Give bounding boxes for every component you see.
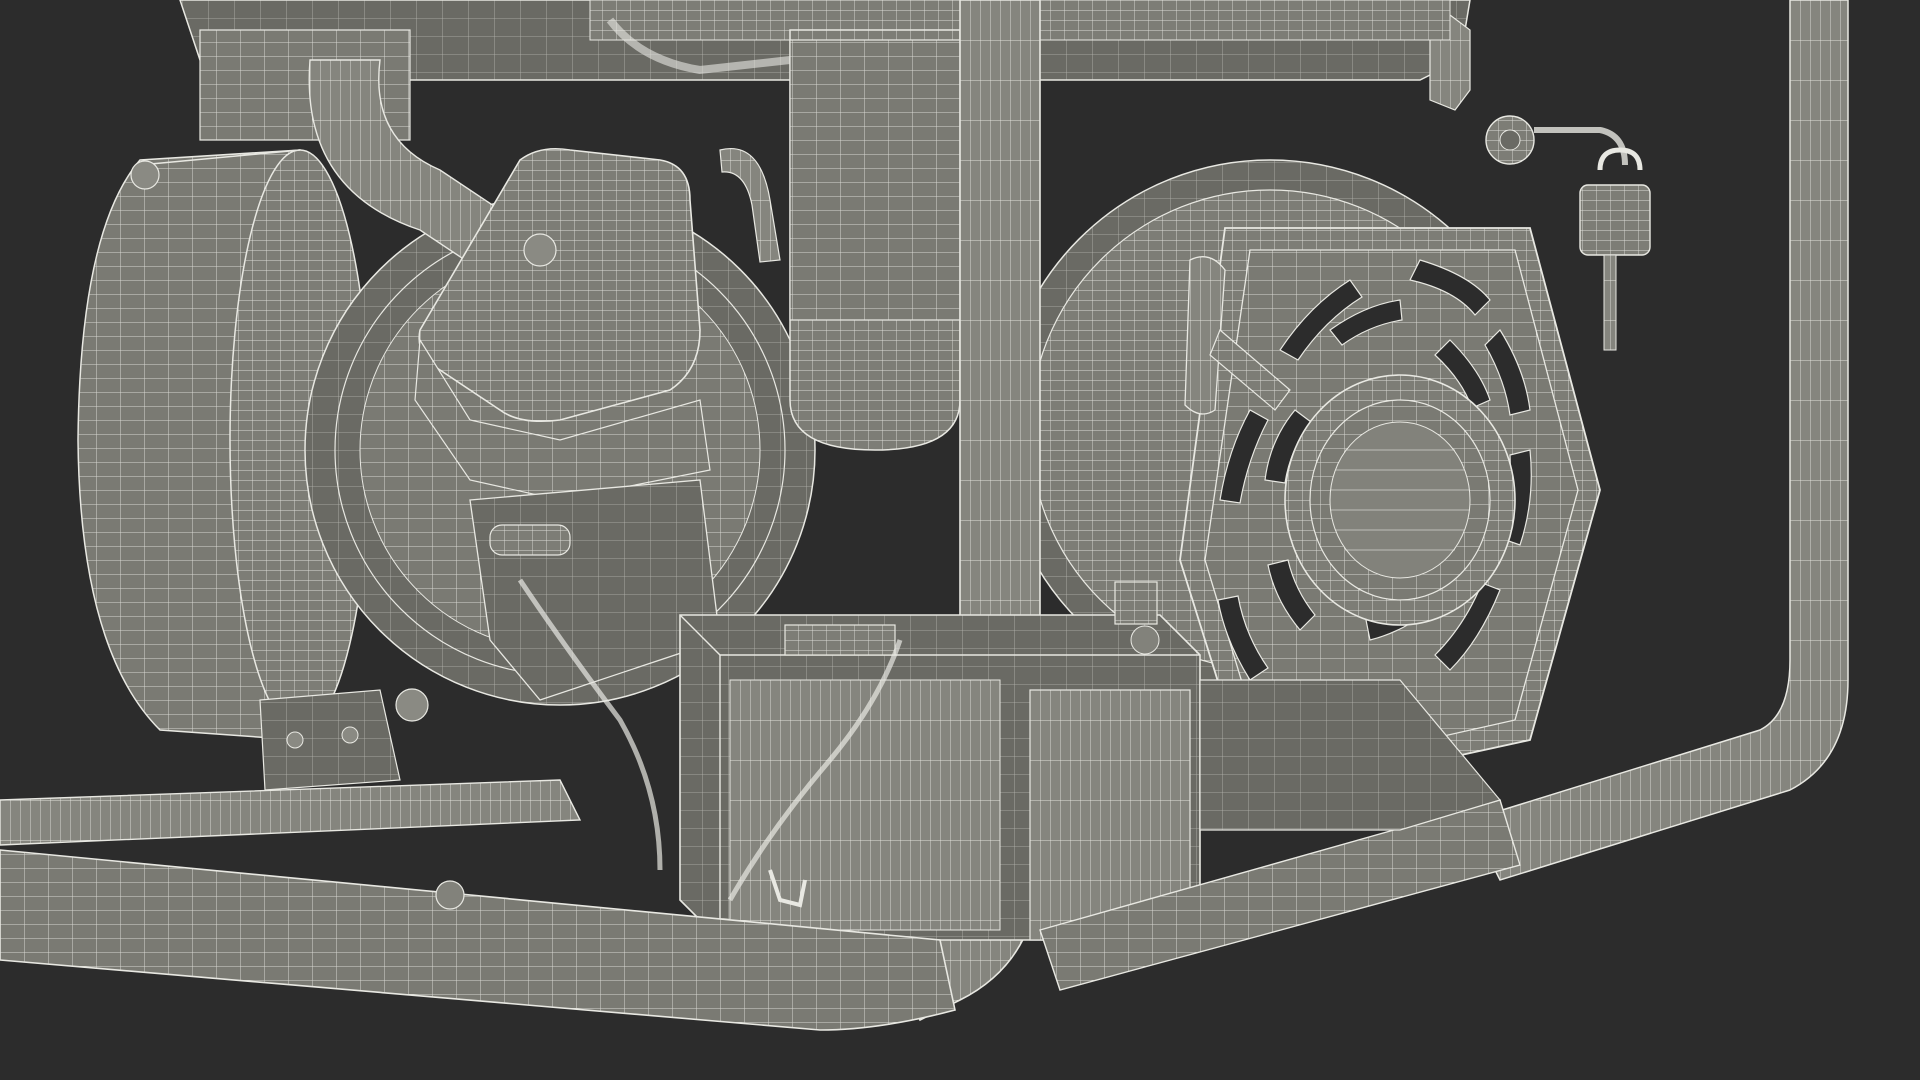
muffler-canister xyxy=(789,29,961,451)
wireframe-render-viewport xyxy=(0,0,1920,1080)
battery-terminal xyxy=(784,624,896,656)
wireframe-render-canvas xyxy=(0,0,1920,1080)
bolt-icon xyxy=(395,688,429,722)
mount-feet xyxy=(259,689,401,791)
bolt-icon xyxy=(523,233,557,267)
bolt-icon xyxy=(435,880,465,910)
bolt-icon xyxy=(130,160,160,190)
battery xyxy=(679,614,1201,941)
